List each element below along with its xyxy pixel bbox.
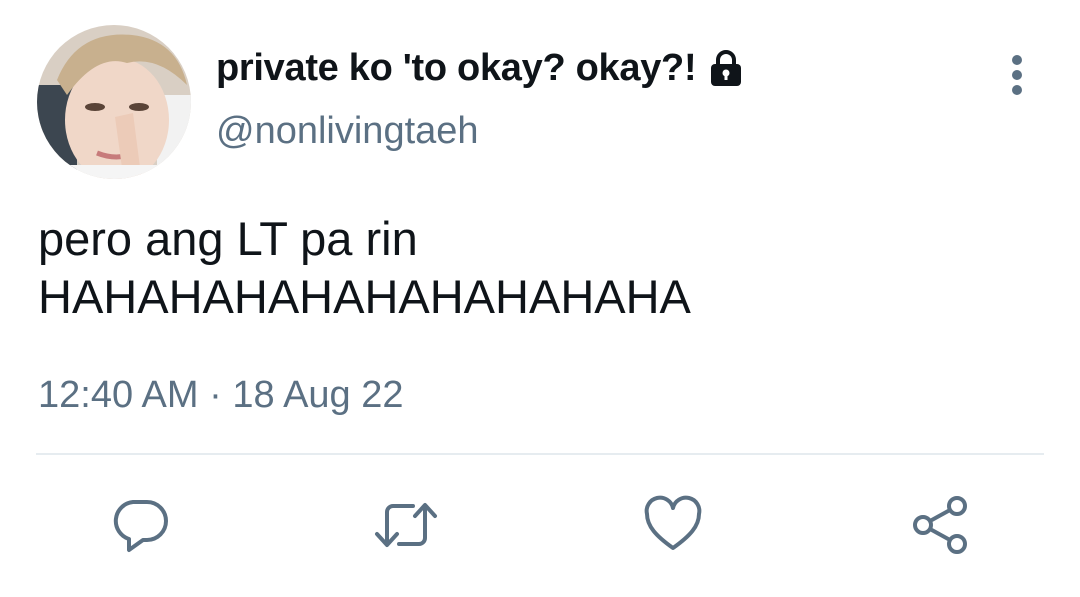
display-name-row: private ko 'to okay? okay?!: [216, 44, 746, 92]
share-icon: [909, 494, 971, 561]
reply-button[interactable]: [108, 495, 172, 559]
tweet-timestamp[interactable]: 12:40 AM · 18 Aug 22: [38, 374, 404, 417]
avatar[interactable]: [37, 25, 191, 179]
divider: [36, 453, 1044, 455]
more-vertical-icon[interactable]: [1004, 52, 1030, 98]
tweet-time: 12:40 AM: [38, 374, 199, 416]
retweet-icon: [373, 494, 439, 561]
avatar-photo: [37, 25, 191, 179]
reply-icon: [109, 494, 171, 561]
tweet-text: pero ang LT pa rin HAHAHAHAHAHAHAHAHAHA: [38, 212, 691, 323]
heart-icon: [642, 494, 704, 561]
retweet-button[interactable]: [374, 495, 438, 559]
user-handle[interactable]: @nonlivingtaeh: [216, 110, 479, 153]
display-name[interactable]: private ko 'to okay? okay?!: [216, 47, 697, 90]
tweet-date: 18 Aug 22: [232, 374, 404, 416]
meta-separator: ·: [209, 374, 222, 416]
lock-icon: [706, 48, 746, 88]
share-button[interactable]: [908, 495, 972, 559]
like-button[interactable]: [641, 495, 705, 559]
